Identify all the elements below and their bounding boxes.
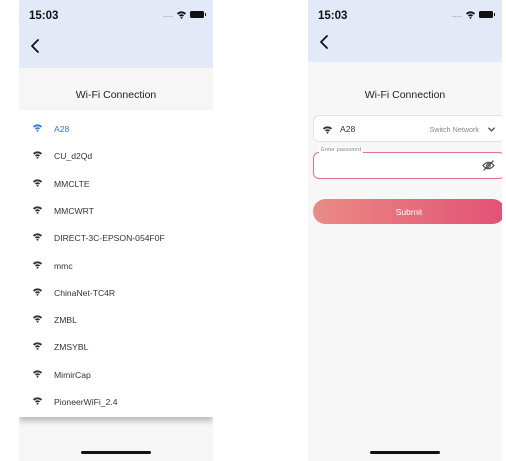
header-bar: 15:03 .... — [308, 0, 502, 62]
signal-dots-icon: .... — [162, 9, 173, 19]
switch-network-link[interactable]: Switch Network — [429, 125, 479, 134]
network-item[interactable]: DIRECT-3C-EPSON-054F0F — [19, 228, 213, 248]
network-list-screen: 15:03 .... Wi-Fi Connection A28 CU_d2Qd MM… — [19, 0, 213, 461]
network-name: MMCLTE — [54, 178, 90, 189]
password-input[interactable] — [322, 159, 472, 173]
battery-icon — [190, 10, 206, 18]
wifi-icon — [32, 178, 43, 187]
wifi-icon — [32, 342, 43, 351]
network-name: mmc — [54, 260, 73, 271]
network-item[interactable]: mmc — [19, 256, 213, 276]
wifi-icon — [32, 206, 43, 214]
network-name: PioneerWiFi_2.4 — [54, 397, 118, 407]
network-item[interactable]: A28 — [19, 119, 213, 139]
wifi-icon — [32, 124, 43, 132]
status-time: 15:03 — [318, 10, 348, 22]
back-chevron-icon[interactable] — [27, 37, 45, 55]
status-time: 15:03 — [29, 10, 59, 22]
wifi-icon — [32, 397, 43, 405]
network-name: ChinaNet-TC4R — [54, 287, 116, 298]
network-selector[interactable]: A28 Switch Network — [313, 115, 502, 142]
status-icons: .... — [451, 9, 495, 19]
status-wifi-icon — [465, 10, 476, 19]
network-name: A28 — [340, 124, 356, 134]
network-name: ZMBL — [54, 315, 77, 326]
password-label: Enter password — [319, 147, 364, 153]
home-indicator — [370, 451, 440, 454]
back-chevron-icon[interactable] — [316, 33, 334, 51]
submit-button[interactable]: Submit — [313, 199, 502, 224]
network-name: CU_d2Qd — [54, 151, 93, 162]
status-icons: .... — [162, 9, 206, 19]
network-name: ZMSYBL — [54, 342, 89, 353]
wifi-icon — [32, 315, 43, 323]
network-name: A28 — [54, 124, 70, 134]
network-item[interactable]: PioneerWiFi_2.4 — [19, 392, 213, 412]
network-item[interactable]: ZMSYBL — [19, 337, 213, 357]
wifi-icon — [32, 260, 43, 269]
network-item[interactable]: MimirCap — [19, 365, 213, 385]
wifi-icon — [322, 126, 333, 134]
page-title: Wi-Fi Connection — [75, 89, 157, 101]
wifi-icon — [32, 288, 43, 296]
network-name: MMCWRT — [54, 205, 94, 216]
header-bar: 15:03 .... — [19, 0, 213, 68]
eye-off-icon[interactable] — [482, 160, 495, 171]
network-name: DIRECT-3C-EPSON-054F0F — [54, 233, 165, 244]
status-wifi-icon — [176, 10, 187, 19]
network-list: A28 CU_d2Qd MMCLTE MMCWRT DIRECT-3C-EPSON-05… — [19, 110, 213, 417]
signal-dots-icon: .... — [451, 9, 462, 19]
wifi-icon — [32, 370, 43, 378]
battery-icon — [479, 10, 495, 18]
password-screen: 15:03 .... Wi-Fi Connection A28 Switch N… — [308, 0, 502, 461]
wifi-icon — [32, 233, 43, 241]
home-indicator — [81, 451, 151, 454]
wifi-icon — [32, 151, 43, 159]
password-field[interactable]: Enter password — [313, 147, 502, 179]
network-name: MimirCap — [54, 369, 91, 380]
network-item[interactable]: ChinaNet-TC4R — [19, 283, 213, 303]
network-item[interactable]: ZMBL — [19, 310, 213, 330]
network-item[interactable]: CU_d2Qd — [19, 146, 213, 166]
network-item[interactable]: MMCWRT — [19, 201, 213, 221]
network-item[interactable]: MMCLTE — [19, 174, 213, 194]
chevron-down-icon[interactable] — [487, 125, 496, 134]
page-title: Wi-Fi Connection — [364, 89, 446, 101]
